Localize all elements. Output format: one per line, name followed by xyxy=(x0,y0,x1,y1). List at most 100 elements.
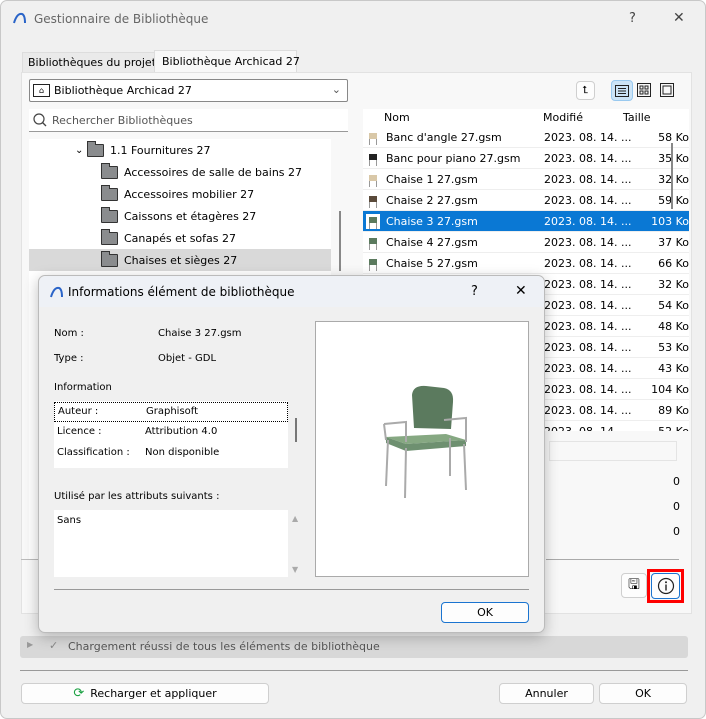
info-label: Licence : xyxy=(57,426,102,437)
type-value: Objet - GDL xyxy=(158,353,217,364)
cancel-button[interactable]: Annuler xyxy=(499,683,594,704)
preview-view-button[interactable] xyxy=(660,83,674,100)
dialog-titlebar: Informations élément de bibliothèque ? ✕ xyxy=(39,276,544,307)
column-header-modified[interactable]: Modifié xyxy=(543,111,583,124)
info-heading: Information xyxy=(54,382,112,393)
type-label: Type : xyxy=(54,353,84,364)
list-row[interactable]: Chaise 2 27.gsm 2023. 08. 14. ... 59 Ko xyxy=(363,190,689,211)
dialog-help-button[interactable]: ? xyxy=(471,284,478,299)
list-row[interactable]: Chaise 4 27.gsm 2023. 08. 14. ... 37 Ko xyxy=(363,232,689,253)
info-row[interactable]: Auteur : Graphisoft xyxy=(54,402,288,422)
file-size: 59 Ko xyxy=(658,193,689,207)
grid-view-button[interactable] xyxy=(637,83,651,100)
dialog-close-button[interactable]: ✕ xyxy=(515,283,527,299)
file-size: 66 Ko xyxy=(658,256,689,270)
file-size: 53 Ko xyxy=(658,340,689,354)
file-modified: 2023. 08. 14. ... xyxy=(544,319,632,333)
object-thumbnail-icon xyxy=(366,255,380,271)
search-icon xyxy=(33,113,47,127)
tree-item[interactable]: Caissons et étagères 27 xyxy=(29,205,331,227)
tree-label: 1.1 Fournitures 27 xyxy=(110,143,211,157)
file-size: 89 Ko xyxy=(658,403,689,417)
file-name: Chaise 3 27.gsm xyxy=(386,214,478,228)
library-item-info-dialog: Informations élément de bibliothèque ? ✕… xyxy=(38,275,545,633)
list-row[interactable]: Chaise 1 27.gsm 2023. 08. 14. ... 32 Ko xyxy=(363,169,689,190)
file-name: Banc pour piano 27.gsm xyxy=(386,151,521,165)
scroll-up-arrow-icon[interactable]: ▲ xyxy=(292,514,298,523)
file-modified: 2023. 08. 14. ... xyxy=(544,361,632,375)
chevron-down-icon: ⌄ xyxy=(331,83,341,96)
search-input[interactable]: Rechercher Bibliothèques xyxy=(29,109,348,132)
dialog-ok-button[interactable]: OK xyxy=(441,602,529,623)
list-scrollbar[interactable] xyxy=(671,143,673,209)
file-size: 43 Ko xyxy=(658,361,689,375)
info-row[interactable]: Licence : Attribution 4.0 xyxy=(54,423,288,443)
reload-apply-button[interactable]: ⟳ Recharger et appliquer xyxy=(21,683,269,704)
file-size: 58 Ko xyxy=(658,130,689,144)
dialog-title: Informations élément de bibliothèque xyxy=(68,285,295,299)
file-name: Chaise 2 27.gsm xyxy=(386,193,478,207)
info-value: Graphisoft xyxy=(146,406,199,417)
file-size: 35 Ko xyxy=(658,151,689,165)
column-header-name[interactable]: Nom xyxy=(384,111,410,124)
count-value: 0 xyxy=(673,525,680,538)
status-text: Chargement réussi de tous les éléments d… xyxy=(68,640,380,653)
folder-icon xyxy=(100,162,118,179)
tree-label: Accessoires de salle de bains 27 xyxy=(124,165,303,179)
folder-icon xyxy=(100,228,118,245)
info-button[interactable] xyxy=(651,573,680,599)
tree-item[interactable]: Canapés et sofas 27 xyxy=(29,227,331,249)
info-scrollbar[interactable] xyxy=(295,418,297,442)
info-icon xyxy=(657,577,674,595)
info-list: Auteur : Graphisoft Licence : Attribution … xyxy=(54,401,288,468)
file-modified: 2023. 08. 14. ... xyxy=(544,340,632,354)
check-icon: ✓ xyxy=(49,639,59,652)
file-name: Banc d'angle 27.gsm xyxy=(386,130,502,144)
file-size: 48 Ko xyxy=(658,319,689,333)
reload-icon: ⟳ xyxy=(73,686,85,701)
file-modified: 2023. 08. 14. ... xyxy=(544,256,632,270)
tree-item-fournitures[interactable]: ⌄ 1.1 Fournitures 27 xyxy=(29,139,331,161)
tree-item[interactable]: Accessoires mobilier 27 xyxy=(29,183,331,205)
list-row[interactable]: Chaise 3 27.gsm 2023. 08. 14. ... 103 Ko xyxy=(363,211,689,232)
list-row[interactable]: Banc d'angle 27.gsm 2023. 08. 14. ... 58 K… xyxy=(363,127,689,148)
button-label: OK xyxy=(635,687,651,700)
save-export-button[interactable]: 🖫 xyxy=(621,573,647,598)
tree-item-selected[interactable]: Chaises et sièges 27 xyxy=(29,249,331,271)
file-modified: 2023. 08. 14. ... xyxy=(544,235,632,249)
file-modified: 2023. 08. 14. ... xyxy=(544,214,632,228)
file-modified: 2023. 08. 14. ... xyxy=(544,298,632,312)
used-by-list: Sans xyxy=(54,510,288,577)
library-select[interactable]: ⌂ Bibliothèque Archicad 27 ⌄ xyxy=(29,79,348,102)
list-row[interactable]: Banc pour piano 27.gsm 2023. 08. 14. ... 3… xyxy=(363,148,689,169)
parent-folder-button[interactable]: ⮤ xyxy=(576,81,595,100)
name-label: Nom : xyxy=(54,328,84,339)
column-header-size[interactable]: Taille xyxy=(623,111,651,124)
ok-button[interactable]: OK xyxy=(599,683,687,704)
used-by-heading: Utilisé par les attributs suivants : xyxy=(54,491,220,502)
archicad-logo-icon xyxy=(13,12,26,24)
object-thumbnail-icon xyxy=(366,129,380,145)
close-button[interactable]: ✕ xyxy=(673,10,685,26)
info-field xyxy=(549,441,677,461)
tab-label: Bibliothèque Archicad 27 xyxy=(162,55,300,68)
tab-project-libraries[interactable]: Bibliothèques du projet xyxy=(22,52,156,72)
count-value: 0 xyxy=(673,500,680,513)
scroll-down-arrow-icon[interactable]: ▼ xyxy=(292,565,298,574)
list-row[interactable]: Chaise 5 27.gsm 2023. 08. 14. ... 66 Ko xyxy=(363,253,689,274)
tree-label: Chaises et sièges 27 xyxy=(124,253,238,267)
folder-icon xyxy=(86,140,104,157)
tree-item[interactable]: Accessoires de salle de bains 27 xyxy=(29,161,331,183)
folder-icon xyxy=(100,184,118,201)
tab-archicad-library[interactable]: Bibliothèque Archicad 27 xyxy=(154,50,300,73)
used-by-value: Sans xyxy=(57,515,82,526)
help-button[interactable]: ? xyxy=(629,11,636,26)
file-modified: 2023. 08. 14. ... xyxy=(544,403,632,417)
file-size: 54 Ko xyxy=(658,298,689,312)
list-view-button[interactable] xyxy=(611,80,633,101)
tree-scrollbar[interactable] xyxy=(339,211,341,271)
divider xyxy=(546,559,679,560)
status-bar[interactable]: ▶ ✓ Chargement réussi de tous les élémen… xyxy=(20,636,688,658)
object-thumbnail-icon xyxy=(366,192,380,208)
info-row[interactable]: Classification : Non disponible xyxy=(54,444,288,464)
